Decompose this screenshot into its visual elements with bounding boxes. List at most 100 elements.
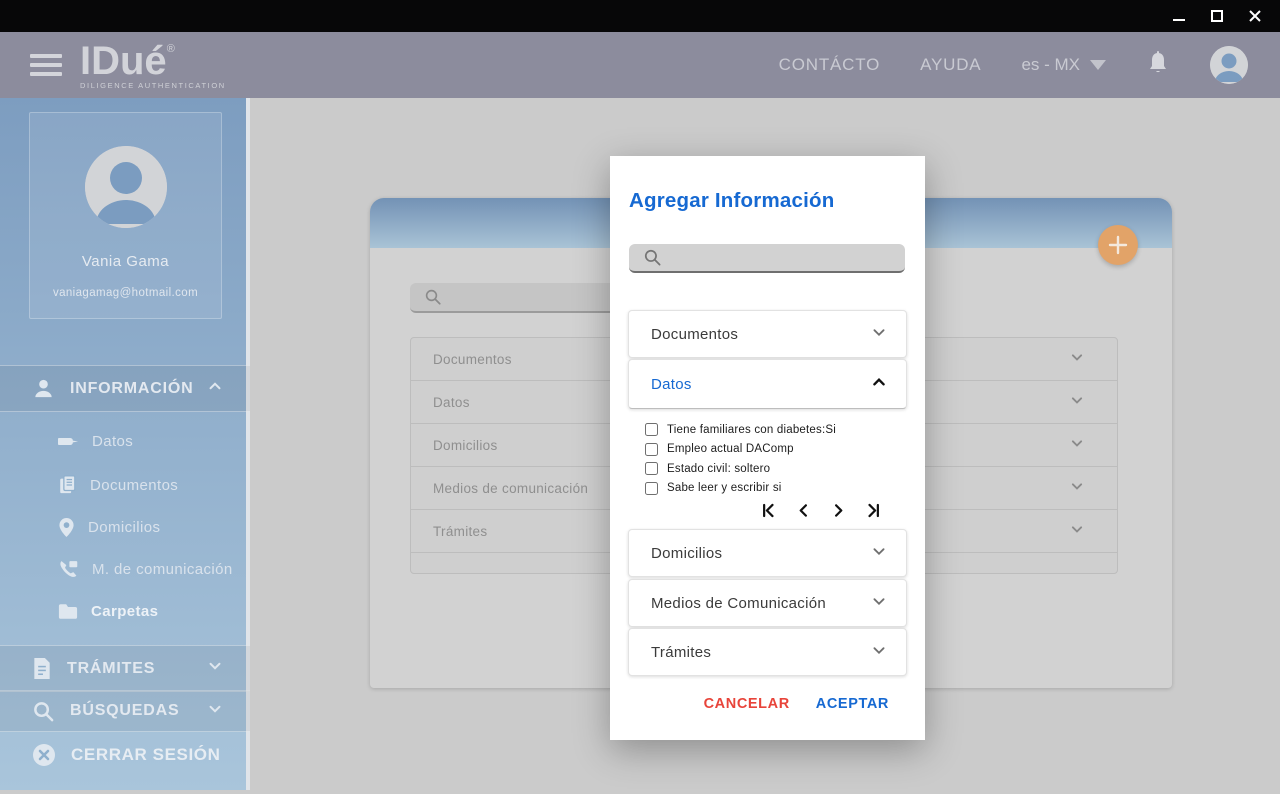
panel-label: Medios de Comunicación	[651, 594, 827, 612]
documents-icon	[60, 475, 76, 494]
sidebar-item-datos[interactable]: Datos	[0, 420, 250, 462]
brand-logo: IDué® DILIGENCE AUTHENTICATION	[80, 41, 226, 90]
header-nav: CONTÁCTO AYUDA es - MX	[779, 46, 1280, 84]
chevron-down-icon	[868, 321, 890, 348]
chevron-down-icon	[1067, 347, 1087, 372]
agregar-informacion-dialog: Agregar Información Documentos Datos Tie…	[610, 156, 925, 740]
caret-down-icon	[1090, 60, 1106, 70]
section-label: BÚSQUEDAS	[70, 702, 180, 719]
option-label: Tiene familiares con diabetes:Si	[667, 423, 836, 436]
sidebar-section-busquedas[interactable]: BÚSQUEDAS	[0, 690, 250, 732]
maximize-icon[interactable]	[1208, 7, 1226, 25]
menu-icon[interactable]	[30, 54, 62, 76]
profile-avatar	[84, 146, 167, 228]
close-icon[interactable]	[1246, 7, 1264, 25]
row-label: Domicilios	[433, 437, 498, 453]
nav-ayuda[interactable]: AYUDA	[920, 55, 981, 75]
option-label: Empleo actual DAComp	[667, 443, 794, 455]
profile-name: Vania Gama	[81, 253, 170, 270]
dialog-actions: CANCELAR ACEPTAR	[704, 696, 889, 712]
option-empleo[interactable]: Empleo actual DAComp	[645, 442, 836, 456]
logout-label: CERRAR SESIÓN	[71, 745, 221, 764]
panel-domicilios[interactable]: Domicilios	[628, 529, 907, 577]
app-header: IDué® DILIGENCE AUTHENTICATION CONTÁCTO …	[0, 32, 1280, 98]
chevron-down-icon	[868, 639, 890, 666]
sidebar-item-documentos[interactable]: Documentos	[0, 464, 250, 506]
chevron-down-icon	[206, 700, 224, 723]
profile-email: vaniagamag@hotmail.com	[52, 287, 199, 299]
item-label: Carpetas	[91, 602, 159, 620]
panel-label: Trámites	[651, 643, 712, 661]
brand-name: IDué	[80, 38, 167, 83]
next-page-icon[interactable]	[828, 500, 848, 520]
cancel-button[interactable]: CANCELAR	[704, 696, 790, 712]
item-label: Documentos	[90, 476, 179, 494]
checkbox[interactable]	[645, 442, 658, 456]
last-page-icon[interactable]	[863, 500, 883, 520]
datos-icon	[58, 437, 79, 445]
option-estado-civil[interactable]: Estado civil: soltero	[645, 462, 836, 475]
chevron-up-icon	[206, 377, 224, 400]
notifications-bell-icon[interactable]	[1146, 50, 1170, 81]
datos-options-list: Tiene familiares con diabetes:Si Empleo …	[645, 423, 836, 495]
window-titlebar	[0, 0, 1280, 32]
sidebar-section-tramites[interactable]: TRÁMITES	[0, 645, 250, 692]
sidebar-section-informacion[interactable]: INFORMACIÓN	[0, 365, 250, 412]
checkbox[interactable]	[645, 481, 658, 495]
minimize-icon[interactable]	[1170, 7, 1188, 25]
option-label: Estado civil: soltero	[667, 462, 771, 475]
brand-subtitle: DILIGENCE AUTHENTICATION	[80, 80, 226, 90]
panel-documentos[interactable]: Documentos	[628, 310, 907, 358]
option-sabe-leer[interactable]: Sabe leer y escribir si	[645, 481, 836, 495]
sidebar-item-comunicacion[interactable]: M. de comunicación	[0, 548, 250, 590]
folder-icon	[58, 603, 78, 619]
first-page-icon[interactable]	[758, 500, 778, 520]
accept-button[interactable]: ACEPTAR	[816, 696, 889, 712]
sidebar-logout[interactable]: CERRAR SESIÓN	[0, 734, 250, 776]
item-label: Domicilios	[88, 518, 161, 536]
phone-icon	[60, 561, 78, 577]
chevron-down-icon	[868, 590, 890, 617]
registered-mark: ®	[166, 42, 175, 55]
section-label: INFORMACIÓN	[70, 379, 194, 397]
nav-contacto[interactable]: CONTÁCTO	[779, 55, 880, 75]
chevron-down-icon	[1067, 519, 1087, 544]
search-icon	[425, 289, 441, 305]
panel-tramites[interactable]: Trámites	[628, 628, 907, 676]
plus-icon	[1108, 235, 1128, 255]
previous-page-icon[interactable]	[793, 500, 813, 520]
panel-label: Datos	[651, 375, 692, 393]
language-selector[interactable]: es - MX	[1021, 55, 1106, 75]
chevron-up-icon	[868, 371, 890, 398]
user-avatar[interactable]	[1210, 46, 1248, 84]
chevron-down-icon	[206, 657, 224, 680]
row-label: Medios de comunicación	[433, 480, 589, 496]
chevron-down-icon	[868, 540, 890, 567]
panel-medios-comunicacion[interactable]: Medios de Comunicación	[628, 579, 907, 627]
row-label: Datos	[433, 394, 470, 410]
language-value: es - MX	[1021, 55, 1080, 74]
option-diabetes[interactable]: Tiene familiares con diabetes:Si	[645, 423, 836, 436]
panel-datos[interactable]: Datos	[628, 359, 907, 409]
item-label: Datos	[92, 432, 134, 450]
item-label: M. de comunicación	[92, 560, 233, 578]
row-label: Trámites	[433, 523, 488, 539]
dialog-search-field[interactable]	[629, 244, 905, 273]
option-label: Sabe leer y escribir si	[667, 482, 782, 494]
pagination	[610, 500, 907, 520]
close-circle-icon	[33, 744, 55, 766]
dialog-search-input[interactable]	[672, 250, 882, 265]
search-icon	[34, 701, 54, 721]
chevron-down-icon	[1067, 476, 1087, 501]
location-pin-icon	[59, 517, 74, 537]
checkbox[interactable]	[645, 462, 658, 475]
chevron-down-icon	[1067, 390, 1087, 415]
document-icon	[34, 657, 50, 680]
profile-card: Vania Gama vaniagamag@hotmail.com	[29, 112, 222, 319]
checkbox[interactable]	[645, 423, 658, 436]
sidebar-item-domicilios[interactable]: Domicilios	[0, 506, 250, 548]
sidebar-item-carpetas[interactable]: Carpetas	[0, 590, 250, 632]
dialog-title: Agregar Información	[629, 189, 835, 212]
app-window: IDué® DILIGENCE AUTHENTICATION CONTÁCTO …	[0, 0, 1280, 794]
add-button[interactable]	[1098, 225, 1138, 265]
